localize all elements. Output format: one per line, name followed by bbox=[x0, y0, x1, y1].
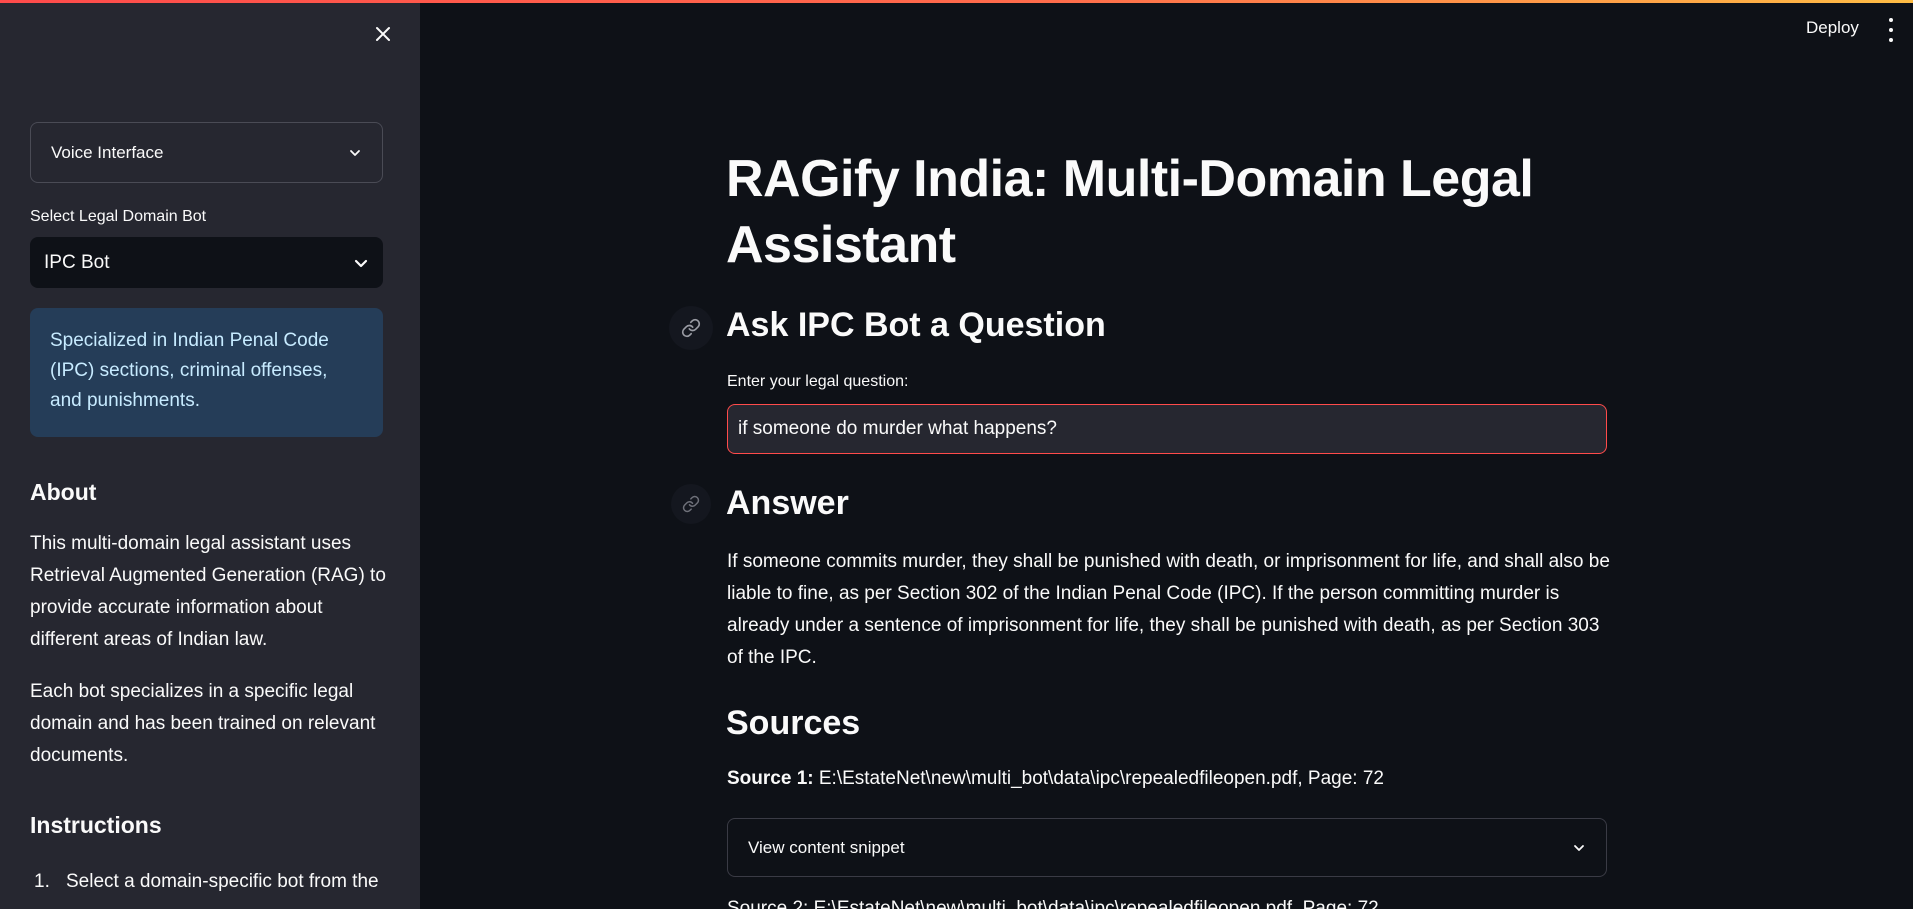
chevron-down-icon bbox=[1574, 844, 1584, 851]
bot-info-box: Specialized in Indian Penal Code (IPC) s… bbox=[30, 308, 383, 437]
source-1-label: Source 1: bbox=[727, 768, 814, 789]
close-sidebar-button[interactable] bbox=[369, 20, 397, 48]
instruction-number: 1. bbox=[34, 871, 50, 892]
answer-text: If someone commits murder, they shall be… bbox=[727, 551, 1610, 668]
source-1: Source 1: E:\EstateNet\new\multi_bot\dat… bbox=[727, 768, 1384, 790]
view-snippet-label: View content snippet bbox=[748, 837, 905, 857]
instructions-heading: Instructions bbox=[30, 812, 162, 838]
page-title: RAGify India: Multi-Domain Legal Assista… bbox=[726, 150, 1534, 274]
question-input-label: Enter your legal question: bbox=[727, 373, 909, 390]
source-1-path: E:\EstateNet\new\multi_bot\data\ipc\repe… bbox=[818, 768, 1384, 789]
sources-heading: Sources bbox=[726, 704, 861, 742]
question-input[interactable] bbox=[727, 404, 1607, 454]
chevron-down-icon bbox=[354, 259, 368, 267]
answer-heading: Answer bbox=[726, 484, 849, 522]
bot-select[interactable]: IPC Bot bbox=[30, 237, 383, 288]
answer-heading-anchor-link[interactable] bbox=[671, 484, 711, 524]
source-2: Source 2: E:\EstateNet\new\multi_bot\dat… bbox=[727, 898, 1379, 909]
more-vertical-icon bbox=[1889, 18, 1893, 22]
voice-interface-expander[interactable]: Voice Interface bbox=[30, 122, 383, 183]
about-paragraph-1: This multi-domain legal assistant uses R… bbox=[30, 533, 386, 650]
link-icon bbox=[682, 495, 700, 513]
about-heading: About bbox=[30, 479, 97, 505]
bot-select-label: Select Legal Domain Bot bbox=[30, 208, 207, 225]
deploy-button[interactable]: Deploy bbox=[1806, 18, 1859, 38]
bot-select-value: IPC Bot bbox=[44, 251, 110, 273]
ask-heading: Ask IPC Bot a Question bbox=[726, 306, 1106, 344]
sidebar: Voice Interface Select Legal Domain Bot … bbox=[0, 0, 420, 909]
chevron-down-icon bbox=[350, 149, 360, 156]
close-icon bbox=[376, 27, 390, 41]
top-progress-bar bbox=[0, 0, 1913, 3]
ask-heading-anchor-link[interactable] bbox=[669, 306, 713, 350]
instruction-item: 1. Select a domain-specific bot from the bbox=[34, 866, 379, 898]
main-menu-button[interactable] bbox=[1883, 18, 1899, 42]
view-snippet-expander[interactable]: View content snippet bbox=[727, 818, 1607, 877]
instruction-text: Select a domain-specific bot from the bbox=[66, 871, 379, 892]
voice-interface-label: Voice Interface bbox=[51, 142, 164, 162]
link-icon bbox=[681, 318, 701, 338]
about-paragraph-2: Each bot specializes in a specific legal… bbox=[30, 681, 376, 766]
